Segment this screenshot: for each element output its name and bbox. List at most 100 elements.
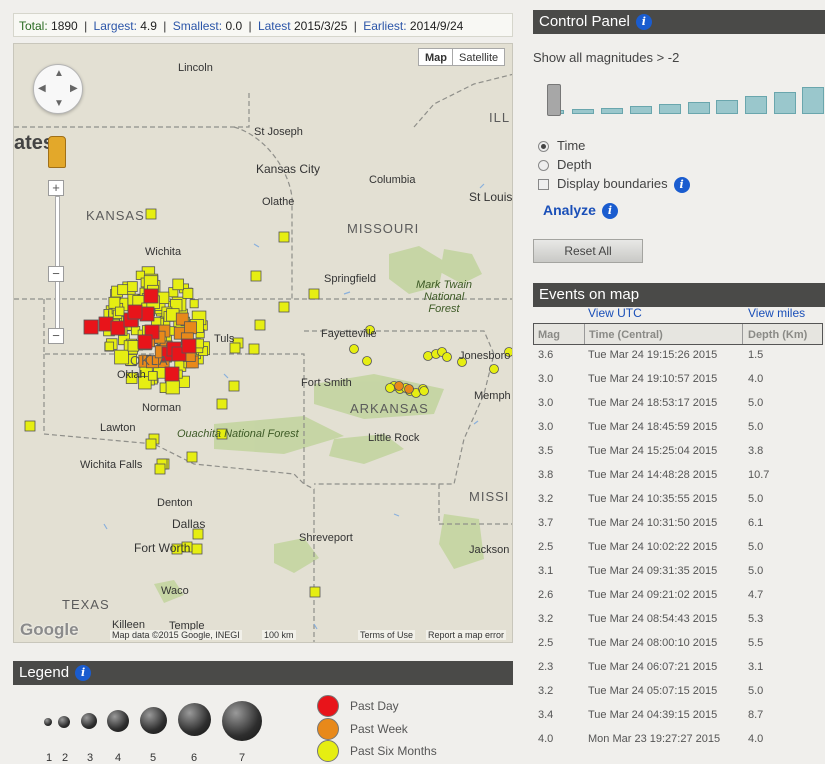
- slider-step[interactable]: [659, 104, 681, 114]
- quake-marker[interactable]: [385, 383, 395, 393]
- zoom-slider-track[interactable]: [55, 196, 60, 333]
- quake-marker[interactable]: [104, 341, 115, 352]
- table-row[interactable]: 3.5 Tue Mar 24 15:25:04 2015 3.8: [533, 441, 823, 465]
- table-row[interactable]: 3.4 Tue Mar 24 04:39:15 2015 8.7: [533, 705, 823, 729]
- table-row[interactable]: 2.5 Tue Mar 24 08:00:10 2015 5.5: [533, 633, 823, 657]
- mag-column-header[interactable]: Mag: [538, 329, 560, 341]
- quake-marker[interactable]: [419, 386, 429, 396]
- depth-column-header[interactable]: Depth (Km): [748, 329, 807, 341]
- quake-marker[interactable]: [278, 301, 290, 313]
- quake-marker[interactable]: [423, 351, 433, 361]
- quake-marker[interactable]: [83, 319, 99, 335]
- depth-radio[interactable]: [538, 160, 549, 172]
- quake-marker[interactable]: [489, 364, 499, 374]
- quake-marker[interactable]: [143, 288, 159, 304]
- quake-marker[interactable]: [248, 343, 260, 355]
- table-row[interactable]: 3.2 Tue Mar 24 10:35:55 2015 5.0: [533, 489, 823, 513]
- map-type-satellite-button[interactable]: Satellite: [452, 48, 506, 66]
- quake-marker[interactable]: [110, 320, 126, 336]
- color-by-time-option[interactable]: Time: [538, 138, 585, 153]
- analyze-label[interactable]: Analyze: [543, 202, 596, 218]
- analyze-info-icon[interactable]: i: [601, 203, 618, 220]
- map-type-map-button[interactable]: Map: [418, 48, 454, 66]
- quake-marker[interactable]: [362, 356, 372, 366]
- terms-link[interactable]: Terms of Use: [358, 630, 416, 640]
- quake-marker[interactable]: [394, 381, 404, 391]
- table-row[interactable]: 2.5 Tue Mar 24 10:02:22 2015 5.0: [533, 537, 823, 561]
- quake-marker[interactable]: [191, 543, 203, 555]
- quake-marker[interactable]: [349, 344, 359, 354]
- quake-marker[interactable]: [114, 306, 125, 317]
- slider-step[interactable]: [630, 106, 652, 114]
- pan-up-icon[interactable]: ▲: [54, 68, 64, 79]
- quake-marker[interactable]: [184, 321, 197, 335]
- earthquake-map[interactable]: Lincoln St Joseph Kansas City Olathe Col…: [13, 43, 513, 643]
- magnitude-slider[interactable]: [540, 80, 825, 120]
- control-panel-info-icon[interactable]: i: [635, 14, 652, 31]
- table-row[interactable]: 3.0 Tue Mar 24 18:45:59 2015 5.0: [533, 417, 823, 441]
- quake-marker[interactable]: [308, 288, 320, 300]
- zoom-in-button[interactable]: +: [48, 180, 64, 196]
- time-column-header[interactable]: Time (Central): [589, 329, 663, 341]
- table-row[interactable]: 3.7 Tue Mar 24 10:31:50 2015 6.1: [533, 513, 823, 537]
- quake-marker[interactable]: [278, 231, 290, 243]
- quake-marker[interactable]: [250, 270, 262, 282]
- report-error-link[interactable]: Report a map error: [426, 630, 507, 640]
- slider-step[interactable]: [601, 108, 623, 114]
- quake-marker[interactable]: [24, 420, 36, 432]
- quake-marker[interactable]: [148, 371, 158, 381]
- table-row[interactable]: 3.2 Tue Mar 24 08:54:43 2015 5.3: [533, 609, 823, 633]
- pan-down-icon[interactable]: ▼: [54, 98, 64, 109]
- reset-all-button[interactable]: Reset All: [533, 239, 643, 263]
- boundaries-checkbox[interactable]: [538, 179, 549, 191]
- quake-marker[interactable]: [216, 398, 228, 410]
- slider-step[interactable]: [774, 92, 796, 114]
- quake-marker[interactable]: [254, 319, 266, 331]
- boundaries-info-icon[interactable]: i: [673, 176, 690, 193]
- table-row[interactable]: 3.0 Tue Mar 24 18:53:17 2015 5.0: [533, 393, 823, 417]
- table-row[interactable]: 2.3 Tue Mar 24 06:07:21 2015 3.1: [533, 657, 823, 681]
- analyze-link[interactable]: Analyze i: [543, 202, 618, 220]
- quake-marker[interactable]: [182, 287, 194, 299]
- slider-step[interactable]: [716, 100, 738, 114]
- view-miles-link[interactable]: View miles: [748, 306, 805, 320]
- quake-marker[interactable]: [154, 463, 166, 475]
- pan-right-icon[interactable]: ▶: [70, 83, 78, 94]
- table-row[interactable]: 3.1 Tue Mar 24 09:31:35 2015 5.0: [533, 561, 823, 585]
- quake-marker[interactable]: [189, 299, 199, 309]
- quake-marker[interactable]: [108, 296, 121, 309]
- quake-marker[interactable]: [181, 338, 197, 354]
- quake-marker[interactable]: [145, 208, 157, 220]
- table-row[interactable]: 3.2 Tue Mar 24 05:07:15 2015 5.0: [533, 681, 823, 705]
- quake-marker[interactable]: [127, 340, 139, 352]
- zoom-out-button[interactable]: −: [48, 328, 64, 344]
- time-radio[interactable]: [538, 141, 549, 153]
- slider-step[interactable]: [688, 102, 710, 114]
- legend-info-icon[interactable]: i: [75, 665, 92, 682]
- magnitude-slider-handle[interactable]: [547, 84, 561, 116]
- table-row[interactable]: 3.6 Tue Mar 24 19:15:26 2015 1.5: [533, 345, 823, 369]
- quake-marker[interactable]: [404, 384, 414, 394]
- quake-marker[interactable]: [145, 438, 157, 450]
- table-row[interactable]: 2.6 Tue Mar 24 09:21:02 2015 4.7: [533, 585, 823, 609]
- quake-marker[interactable]: [117, 284, 129, 296]
- table-row[interactable]: 3.0 Tue Mar 24 19:10:57 2015 4.0: [533, 369, 823, 393]
- quake-marker[interactable]: [114, 349, 129, 365]
- quake-marker[interactable]: [165, 380, 180, 395]
- zoom-slider-handle[interactable]: −: [48, 266, 64, 282]
- pan-control[interactable]: ▲ ▼ ◀ ▶: [33, 64, 83, 114]
- table-row[interactable]: 4.0 Mon Mar 23 19:27:27 2015 4.0: [533, 729, 823, 753]
- table-row[interactable]: 3.8 Tue Mar 24 14:48:28 2015 10.7: [533, 465, 823, 489]
- slider-step[interactable]: [572, 109, 594, 114]
- slider-step[interactable]: [802, 87, 824, 114]
- quake-marker[interactable]: [186, 451, 198, 463]
- quake-marker[interactable]: [172, 278, 184, 291]
- quake-marker[interactable]: [442, 352, 452, 362]
- color-by-depth-option[interactable]: Depth: [538, 157, 592, 172]
- street-view-pegman-icon[interactable]: [48, 136, 66, 168]
- quake-marker[interactable]: [137, 334, 153, 350]
- quake-marker[interactable]: [228, 380, 240, 392]
- slider-step[interactable]: [745, 96, 767, 114]
- quake-marker[interactable]: [127, 304, 143, 320]
- display-boundaries-option[interactable]: Display boundaries i: [538, 176, 690, 193]
